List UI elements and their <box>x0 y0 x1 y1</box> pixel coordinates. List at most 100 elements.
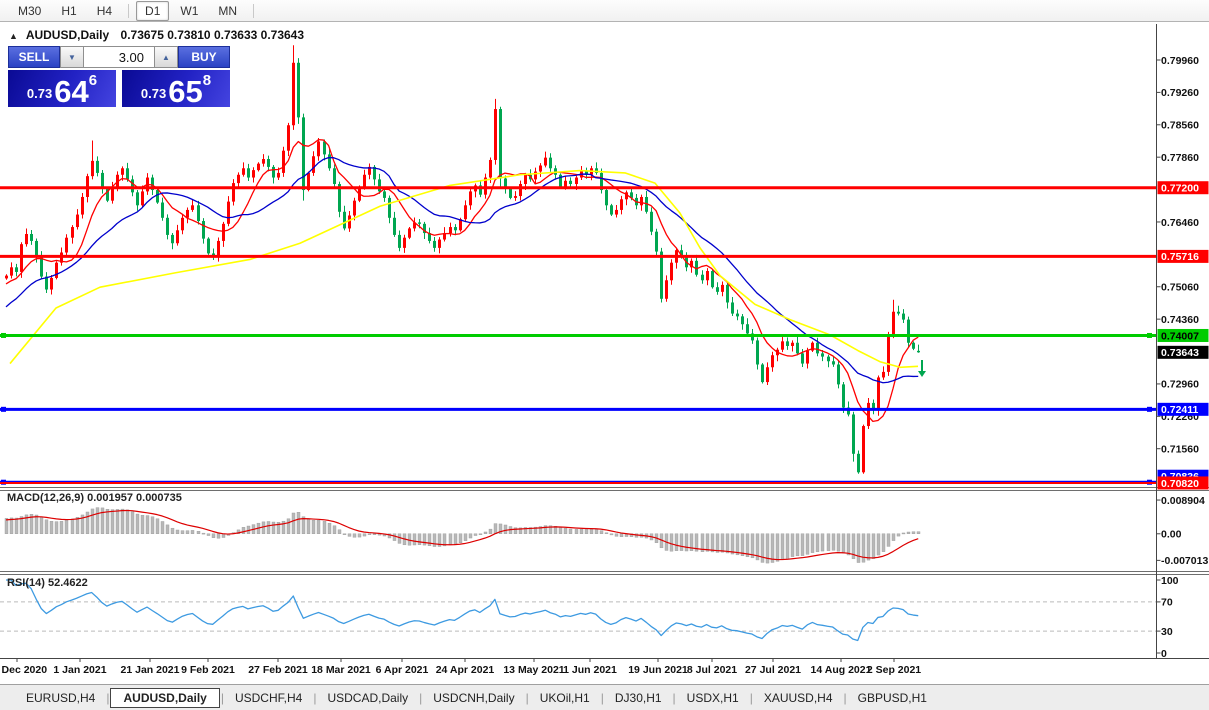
buy-price-display[interactable]: 0.73 65 8 <box>122 70 230 107</box>
collapse-triangle-icon[interactable]: ▲ <box>9 31 18 41</box>
axis-label: 0.77200 <box>1161 183 1199 195</box>
axis-label: 0.74360 <box>1161 314 1199 326</box>
chart-tab-USDCAD-Daily[interactable]: USDCAD,Daily <box>317 688 418 708</box>
axis-label: 0.75060 <box>1161 282 1199 294</box>
axis-label: 0.73643 <box>1161 347 1199 359</box>
chart-tab-USDCNH-Daily[interactable]: USDCNH,Daily <box>423 688 524 708</box>
axis-label: 0.75716 <box>1161 251 1199 263</box>
axis-label: 0.77860 <box>1161 152 1199 164</box>
sell-button[interactable]: SELL <box>8 46 60 68</box>
buy-price-big: 65 <box>168 73 203 109</box>
date-label: 12 Dec 2020 <box>0 664 47 676</box>
one-click-trade-panel: SELL ▼ 3.00 ▲ BUY 0.73 64 6 0.73 65 8 <box>8 46 230 107</box>
macd-pane <box>4 507 921 564</box>
horizontal-level-lines[interactable] <box>0 186 1156 485</box>
chart-tab-EURUSD-H4[interactable]: EURUSD,H4 <box>16 688 105 708</box>
axis-label: 0.79960 <box>1161 55 1199 67</box>
axis-label: 0 <box>1161 648 1167 660</box>
date-label: 1 Jun 2021 <box>563 664 617 676</box>
hline-handle-left[interactable] <box>1 406 6 412</box>
timeframe-button-MN[interactable]: MN <box>209 1 246 21</box>
spin-down-icon: ▼ <box>68 52 76 62</box>
trading-terminal: { "toolbar": { "items": [ {"label": "M30… <box>0 0 1209 710</box>
sell-price-display[interactable]: 0.73 64 6 <box>8 70 116 107</box>
date-label: 21 Jan 2021 <box>121 664 180 676</box>
timeframe-button-H1[interactable]: H1 <box>52 1 85 21</box>
hline-handle-right[interactable] <box>1147 406 1152 412</box>
chart-tab-USDX-H1[interactable]: USDX,H1 <box>677 688 749 708</box>
axis-label: 0.71560 <box>1161 444 1199 456</box>
axis-label: 0.008904 <box>1161 495 1205 507</box>
timeframe-button-D1[interactable]: D1 <box>136 0 170 21</box>
rsi-indicator-label: RSI(14) 52.4622 <box>7 577 88 589</box>
axis-label: 0.72411 <box>1161 404 1199 416</box>
tab-separator: | <box>220 690 224 705</box>
tab-separator: | <box>672 690 676 705</box>
axis-label: 100 <box>1161 575 1179 587</box>
date-label: 9 Feb 2021 <box>181 664 235 676</box>
timeframe-button-W1[interactable]: W1 <box>171 1 207 21</box>
date-label: 14 Aug 2021 <box>811 664 872 676</box>
date-label: 24 Apr 2021 <box>436 664 495 676</box>
price-axis[interactable]: 0.79960 0.79260 0.78560 0.77860 0.76460 0.750… <box>1156 24 1209 660</box>
timeframe-button-M30[interactable]: M30 <box>9 1 50 21</box>
symbol-name: AUDUSD,Daily <box>25 28 110 42</box>
tab-separator: | <box>525 690 529 705</box>
tab-separator: | <box>313 690 317 705</box>
chart-tab-DJ30-H1[interactable]: DJ30,H1 <box>605 688 672 708</box>
ma-fast <box>5 138 919 423</box>
time-axis[interactable]: 12 Dec 2020 1 Jan 2021 21 Jan 20219 Feb 20… <box>0 658 921 676</box>
axis-label: 0.78560 <box>1161 120 1199 132</box>
tab-separator: | <box>106 690 110 705</box>
axis-label: 30 <box>1161 626 1173 638</box>
sell-price-sup: 6 <box>88 72 98 89</box>
chart-title: ▲ AUDUSD,Daily 0.73675 0.73810 0.73633 0… <box>9 28 304 42</box>
tab-separator: | <box>419 690 423 705</box>
chart-tab-GBPUSD-H1[interactable]: GBPUSD,H1 <box>848 688 937 708</box>
date-label: 19 Jun 2021 <box>628 664 688 676</box>
toolbar-separator <box>253 3 255 18</box>
hline-handle-right[interactable] <box>1147 332 1152 338</box>
date-label: 2 Sep 2021 <box>867 664 921 676</box>
buy-button[interactable]: BUY <box>178 46 230 68</box>
toolbar-separator <box>128 3 130 18</box>
axis-label: 0.72960 <box>1161 379 1199 391</box>
axis-label: 0.74007 <box>1161 330 1199 342</box>
chart-tab-UKOil-H1[interactable]: UKOil,H1 <box>530 688 600 708</box>
ohlc-values: 0.73675 0.73810 0.73633 0.73643 <box>120 28 305 42</box>
axis-label: 70 <box>1161 597 1173 609</box>
chart-tab-AUDUSD-Daily[interactable]: AUDUSD,Daily <box>110 687 220 708</box>
date-label: 18 Mar 2021 <box>311 664 371 676</box>
axis-label: -0.007013 <box>1161 555 1208 567</box>
timeframe-toolbar: M30 H1 H4 D1 W1 MN <box>0 0 1209 22</box>
date-label: 1 Jan 2021 <box>53 664 106 676</box>
date-label: 6 Apr 2021 <box>376 664 429 676</box>
chart-tab-USDCHF-H4[interactable]: USDCHF,H4 <box>225 688 312 708</box>
tab-separator: | <box>600 690 604 705</box>
tab-separator: | <box>749 690 753 705</box>
timeframe-button-H4[interactable]: H4 <box>88 1 121 21</box>
tab-separator: | <box>843 690 847 705</box>
axis-label: 0.70820 <box>1161 478 1199 490</box>
axis-label: 0.00 <box>1161 529 1182 541</box>
date-label: 27 Feb 2021 <box>248 664 308 676</box>
hline-handle-left[interactable] <box>1 332 6 338</box>
macd-indicator-label: MACD(12,26,9) 0.001957 0.000735 <box>7 492 182 504</box>
buy-price-small: 0.73 <box>140 86 167 101</box>
ma-slow <box>9 169 919 369</box>
chart-tab-XAUUSD-H4[interactable]: XAUUSD,H4 <box>754 688 843 708</box>
chart-tabbar: EURUSD,H4 | AUDUSD,Daily | USDCHF,H4 | USDCAD,… <box>0 684 1209 710</box>
main-price-pane <box>0 45 1156 485</box>
volume-decrease-button[interactable]: ▼ <box>60 46 84 68</box>
date-label: 13 May 2021 <box>503 664 564 676</box>
sell-arrow-marker[interactable] <box>918 360 926 377</box>
sell-price-small: 0.73 <box>26 86 53 101</box>
date-label: 8 Jul 2021 <box>687 664 737 676</box>
spin-up-icon: ▲ <box>162 52 170 62</box>
volume-input[interactable]: 3.00 <box>84 46 154 68</box>
sell-price-big: 64 <box>54 73 89 109</box>
buy-price-sup: 8 <box>202 72 212 89</box>
axis-label: 0.76460 <box>1161 217 1199 229</box>
axis-label: 0.79260 <box>1161 87 1199 99</box>
volume-increase-button[interactable]: ▲ <box>154 46 178 68</box>
